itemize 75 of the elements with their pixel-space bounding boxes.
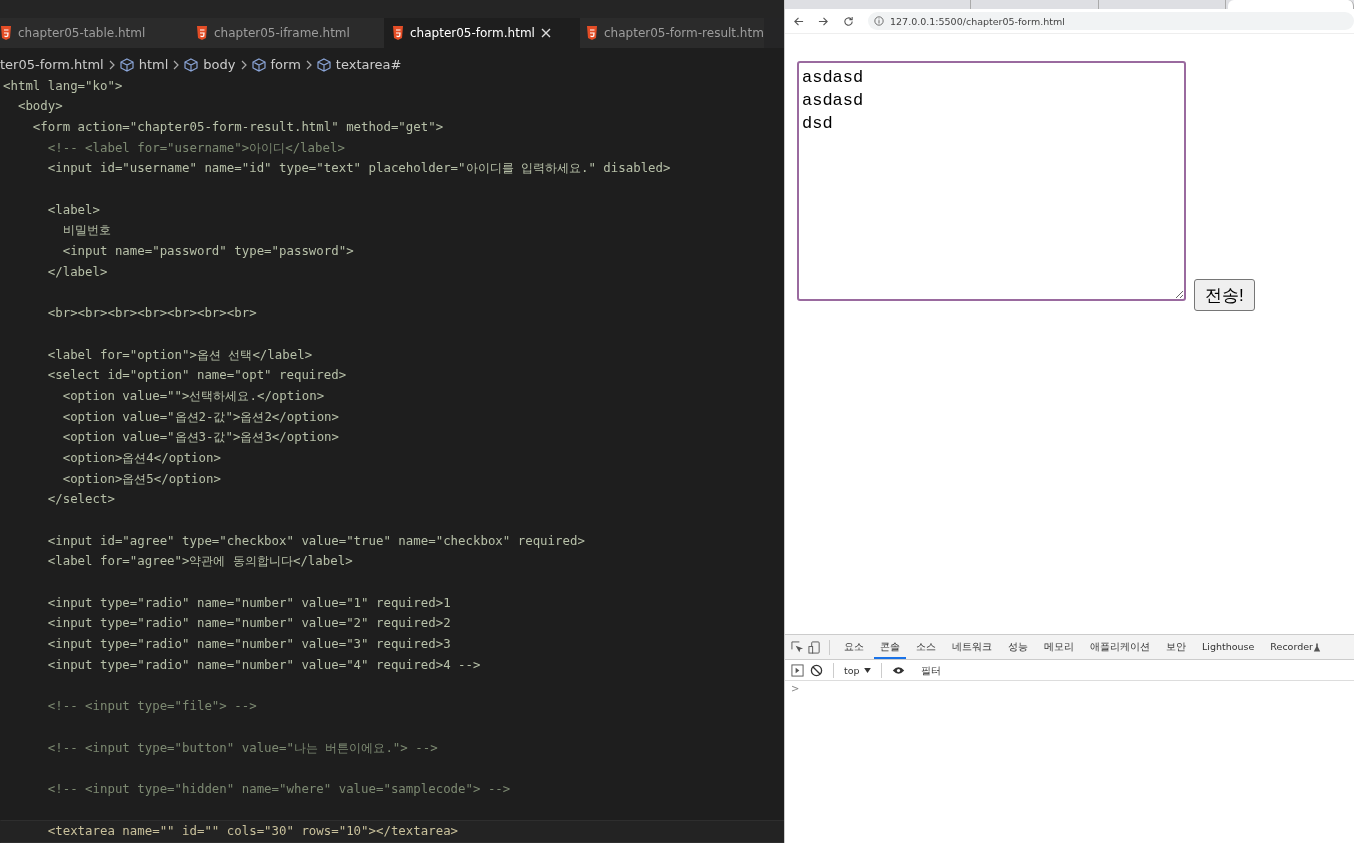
- cube-icon: [251, 57, 266, 72]
- devtools-tab[interactable]: 소스: [910, 635, 942, 659]
- code-line: </select>: [46, 491, 115, 507]
- breadcrumb-item[interactable]: body: [203, 57, 236, 73]
- code-line: <input type="radio" name="number" value="2" required>2: [46, 615, 451, 631]
- context-dropdown[interactable]: top: [844, 664, 871, 676]
- code-line: <input id="username" name="id" type="text" placeholder="아이디를 입력하세요." disabled>: [46, 160, 671, 176]
- code-line: <br><br><br><br><br><br><br>: [46, 305, 257, 321]
- code-line: <body>: [16, 98, 63, 114]
- code-line: 비밀번호: [61, 222, 111, 238]
- cube-icon: [184, 57, 199, 72]
- html-file-icon: [196, 25, 208, 40]
- reload-icon[interactable]: [843, 15, 854, 27]
- forward-arrow-icon[interactable]: [818, 15, 829, 27]
- editor-tab[interactable]: chapter05-form.html: [384, 17, 580, 48]
- caret-icon: [863, 667, 871, 673]
- code-line: <textarea name="" id="" cols="30" rows="10"></textarea>: [46, 823, 459, 839]
- code-line: <label>: [46, 201, 100, 217]
- code-line: <input type="radio" name="number" value="4" required>4 -->: [46, 656, 481, 672]
- close-icon[interactable]: [540, 27, 551, 38]
- code-line: <html lang="ko">: [3, 77, 123, 93]
- chevron-icon: [240, 59, 247, 70]
- devtools-tab[interactable]: 보안: [1160, 635, 1192, 659]
- code-line: <label for="option">옵션 선택</label>: [46, 346, 313, 362]
- inspect-icon[interactable]: [791, 640, 804, 654]
- console-prompt: >: [791, 683, 800, 694]
- devtools-tab[interactable]: Recorder: [1264, 635, 1319, 659]
- sidebar-toggle-icon[interactable]: [791, 663, 804, 677]
- code-line: <input id="agree" type="checkbox" value="true" name="checkbox" required>: [46, 532, 585, 548]
- code-line: <!-- <input type="hidden" name="where" value="samplecode"> -->: [46, 780, 511, 796]
- code-line: <input type="radio" name="number" value="3" required>3: [46, 636, 451, 652]
- code-line: <option value="옵션2-값">옵션2</option>: [61, 408, 339, 424]
- code-line: <input name="password" type="password">: [61, 243, 354, 259]
- code-line: <!-- <label for="username">아이디</label>: [46, 139, 345, 155]
- cube-icon: [316, 57, 331, 72]
- code-line: <input type="radio" name="number" value="1" required>1: [46, 594, 451, 610]
- devtools-tab[interactable]: 애플리케이션: [1084, 635, 1156, 659]
- flask-icon: [1312, 642, 1321, 652]
- code-line: </label>: [46, 263, 108, 279]
- html-file-icon: [586, 25, 598, 40]
- chevron-icon: [108, 59, 115, 70]
- devtools-tab[interactable]: 성능: [1002, 635, 1034, 659]
- breadcrumb-item[interactable]: form: [270, 57, 301, 73]
- devtools-tab[interactable]: 네트워크: [946, 635, 998, 659]
- editor-tab[interactable]: chapter05-iframe.html: [188, 17, 384, 48]
- code-line: <label for="agree">약관에 동의합니다</label>: [46, 553, 353, 569]
- devtools-tab[interactable]: Lighthouse: [1196, 635, 1261, 659]
- editor-tab[interactable]: chapter05-form-result.htm: [580, 17, 764, 48]
- breadcrumb-item[interactable]: ter05-form.html: [0, 57, 104, 73]
- code-line: <option>옵션4</option>: [61, 449, 221, 465]
- code-line: <option value="옵션3-값">옵션3</option>: [61, 429, 339, 445]
- device-toolbar-icon[interactable]: [808, 640, 821, 654]
- code-line: <option>옵션5</option>: [61, 470, 221, 486]
- back-arrow-icon[interactable]: [793, 15, 804, 27]
- submit-button[interactable]: 전송!: [1194, 279, 1255, 311]
- editor-tab[interactable]: chapter05-table.html: [0, 17, 188, 48]
- clear-icon[interactable]: [810, 663, 823, 677]
- info-icon: [874, 16, 884, 26]
- html-file-icon: [392, 25, 404, 40]
- code-line: <select id="option" name="opt" required>: [46, 367, 347, 383]
- devtools-tab[interactable]: 콘솔: [874, 635, 906, 659]
- address-bar[interactable]: 127.0.0.1:5500/chapter05-form.html: [868, 12, 1354, 30]
- chevron-icon: [305, 59, 312, 70]
- text-area[interactable]: asdasd asdasd dsd: [797, 61, 1186, 301]
- code-line: <!-- <input type="file"> -->: [46, 698, 257, 714]
- html-file-icon: [0, 25, 12, 40]
- devtools-tab[interactable]: 요소: [838, 635, 870, 659]
- code-line: <form action="chapter05-form-result.html" method="get">: [31, 118, 444, 134]
- code-line: <option value="">선택하세요.</option>: [61, 387, 325, 403]
- chevron-icon: [173, 59, 180, 70]
- cube-icon: [119, 57, 134, 72]
- devtools-tab[interactable]: 메모리: [1038, 635, 1080, 659]
- breadcrumb-item[interactable]: textarea#: [335, 57, 402, 73]
- code-line: <!-- <input type="button" value="나는 버튼이에요."> -->: [46, 739, 438, 755]
- breadcrumb-item[interactable]: html: [138, 57, 169, 73]
